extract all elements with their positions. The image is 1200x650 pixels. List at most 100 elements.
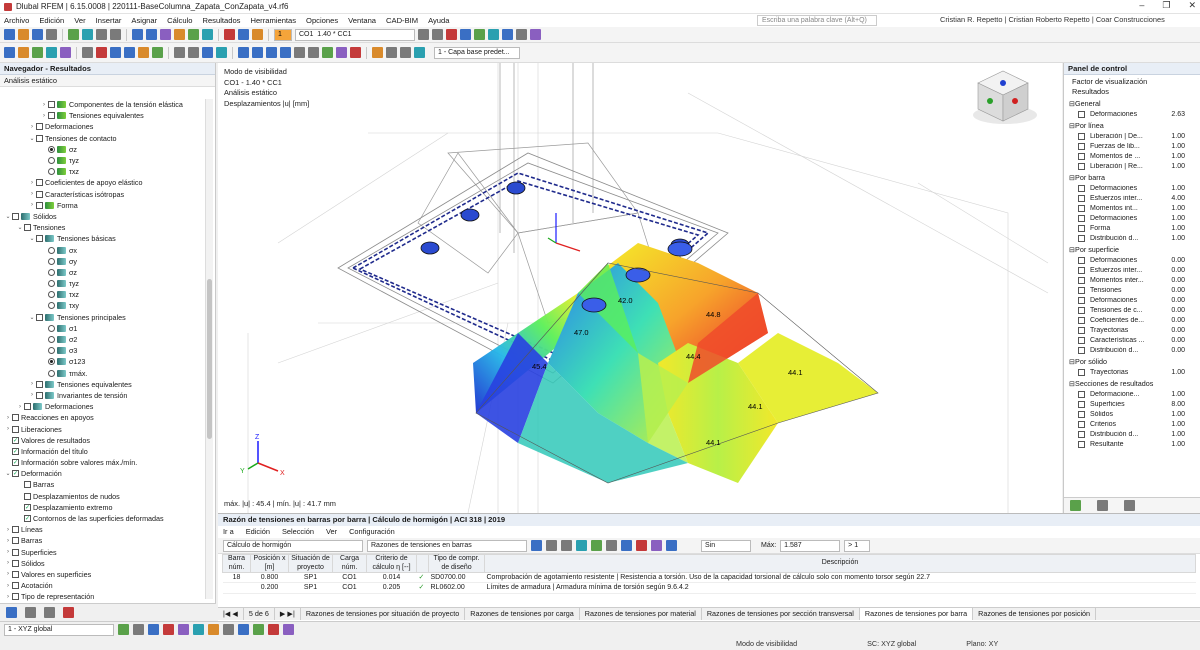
mirror-icon[interactable] <box>152 47 163 58</box>
radio-button[interactable] <box>48 268 55 276</box>
tab-by-material[interactable]: Razones de tensiones por material <box>580 608 702 620</box>
checkbox[interactable] <box>1078 152 1085 160</box>
factor-row[interactable]: Momentos de ... 1.00 <box>1064 151 1200 161</box>
col-header[interactable]: Barra núm. <box>222 554 251 573</box>
control-group-header[interactable]: ⊟ Por línea <box>1064 121 1200 131</box>
factor-value[interactable]: 0.00 <box>1161 307 1185 314</box>
menu-herramientas[interactable]: Herramientas <box>250 16 296 25</box>
workplane-icon[interactable] <box>216 47 227 58</box>
tree-item[interactable]: ✓ Información sobre valores máx./mín. <box>0 457 214 468</box>
table-filter-icon[interactable] <box>636 540 647 551</box>
snap-line-icon[interactable] <box>148 624 159 635</box>
zoom-window-icon[interactable] <box>308 47 319 58</box>
table-cell[interactable]: 0.014 <box>366 572 417 584</box>
checkbox[interactable]: ✓ <box>24 503 31 511</box>
factors-tab-icon[interactable] <box>1097 500 1108 511</box>
table-cell[interactable]: Límites de armadura | Armadura mínima de… <box>484 582 1196 594</box>
col-header[interactable]: Descripción <box>484 554 1196 573</box>
expand-toggle[interactable]: › <box>40 102 48 108</box>
table-settings-icon[interactable] <box>651 540 662 551</box>
next-icon[interactable] <box>432 29 443 40</box>
nav-data-tab-icon[interactable] <box>6 607 17 618</box>
node-icon[interactable] <box>4 47 15 58</box>
factor-row[interactable]: Sólidos 1.00 <box>1064 409 1200 419</box>
table-row[interactable]: 18 0.800 SP1 CO1 0.014 ✓ SD0700.00 Comprobación… <box>222 572 1196 584</box>
radio-button[interactable] <box>48 291 55 299</box>
checkbox[interactable] <box>1078 142 1085 150</box>
menu-ayuda[interactable]: Ayuda <box>428 16 449 25</box>
radio-button[interactable] <box>48 168 55 176</box>
tab-by-design-situation[interactable]: Razones de tensiones por situación de pr… <box>301 608 466 620</box>
tree-item[interactable]: σz <box>0 144 214 155</box>
dimension-icon[interactable] <box>386 47 397 58</box>
table-cell[interactable]: SP1 <box>288 582 333 594</box>
expand-toggle[interactable]: › <box>28 202 36 208</box>
dim-icon[interactable] <box>223 624 234 635</box>
tree-item[interactable]: τxz <box>0 166 214 177</box>
checkbox[interactable] <box>1078 420 1085 428</box>
snap-mid-icon[interactable] <box>163 624 174 635</box>
tree-item[interactable]: ⌄ Tensiones de contacto <box>0 133 214 144</box>
col-header[interactable]: Criterio de cálculo η [--] <box>366 554 417 573</box>
checkbox[interactable] <box>1078 390 1085 398</box>
menu-opciones[interactable]: Opciones <box>306 16 338 25</box>
tree-item[interactable]: › Valores en superficies <box>0 569 214 580</box>
tree-item[interactable]: › Componentes de la tensión elástica <box>0 99 214 110</box>
calculate-icon[interactable] <box>174 29 185 40</box>
checkbox[interactable] <box>12 548 19 556</box>
radio-button[interactable] <box>48 246 55 254</box>
checkbox[interactable] <box>36 201 43 209</box>
checkbox[interactable]: ✓ <box>12 436 19 444</box>
tree-item[interactable]: › Deformaciones <box>0 401 214 412</box>
tree-item[interactable]: › Tipo de representación <box>0 591 214 602</box>
expand-toggle[interactable]: › <box>4 560 12 566</box>
print-report-icon[interactable] <box>530 29 541 40</box>
factor-value[interactable]: 1.00 <box>1161 391 1185 398</box>
checkbox[interactable] <box>36 313 43 321</box>
deform-icon[interactable] <box>474 29 485 40</box>
expand-toggle[interactable]: › <box>4 527 12 533</box>
next-page-button[interactable]: ▶ ▶| <box>275 608 301 620</box>
tree-item[interactable]: › Invariantes de tensión <box>0 390 214 401</box>
tree-item[interactable]: › Deformaciones <box>0 121 214 132</box>
minimize-button[interactable]: – <box>1139 0 1144 11</box>
solid-view-icon[interactable] <box>336 47 347 58</box>
checkbox[interactable] <box>1078 368 1085 376</box>
control-group-header[interactable]: ⊟ Por superficie <box>1064 245 1200 255</box>
snap-node-icon[interactable] <box>118 624 129 635</box>
tree-item[interactable]: › Superficies <box>0 547 214 558</box>
checkbox[interactable] <box>36 190 43 198</box>
factor-value[interactable]: 1.00 <box>1161 163 1185 170</box>
checkbox[interactable]: ✓ <box>24 515 31 523</box>
radio-button[interactable] <box>48 302 55 310</box>
factor-value[interactable]: 1.00 <box>1161 421 1185 428</box>
comment-icon[interactable] <box>400 47 411 58</box>
line-tool-icon[interactable] <box>268 624 279 635</box>
table-cell[interactable]: 0.800 <box>250 572 289 584</box>
menu-resultados[interactable]: Resultados <box>202 16 240 25</box>
checkbox[interactable] <box>1078 132 1085 140</box>
factor-row[interactable]: Criterios 1.00 <box>1064 419 1200 429</box>
checkbox[interactable] <box>36 123 43 131</box>
tree-item[interactable]: ✓ Contornos de las superficies deformadas <box>0 513 214 524</box>
table-menu-edit[interactable]: Edición <box>246 526 270 538</box>
menu-archivo[interactable]: Archivo <box>4 16 29 25</box>
tab-by-load[interactable]: Razones de tensiones por carga <box>465 608 580 620</box>
factor-row[interactable]: Deformaciones 2.63 <box>1064 109 1200 119</box>
factor-value[interactable]: 1.00 <box>1161 205 1185 212</box>
expand-toggle[interactable]: ⌄ <box>28 314 36 321</box>
factor-value[interactable]: 1.00 <box>1161 441 1185 448</box>
checkbox[interactable] <box>1078 204 1085 212</box>
result-table-select[interactable]: Razones de tensiones en barras <box>367 539 527 552</box>
factor-row[interactable]: Tensiones 0.00 <box>1064 285 1200 295</box>
filter-icon[interactable] <box>502 29 513 40</box>
member-icon[interactable] <box>32 47 43 58</box>
table-prev-icon[interactable] <box>531 540 542 551</box>
expand-toggle[interactable]: › <box>28 191 36 197</box>
factor-value[interactable]: 1.00 <box>1161 411 1185 418</box>
checkbox[interactable] <box>36 391 43 399</box>
factor-value[interactable]: 1.00 <box>1161 215 1185 222</box>
factor-row[interactable]: Resultante 1.00 <box>1064 439 1200 449</box>
table-icon[interactable] <box>82 29 93 40</box>
table-cell[interactable]: CO1 <box>332 582 367 594</box>
